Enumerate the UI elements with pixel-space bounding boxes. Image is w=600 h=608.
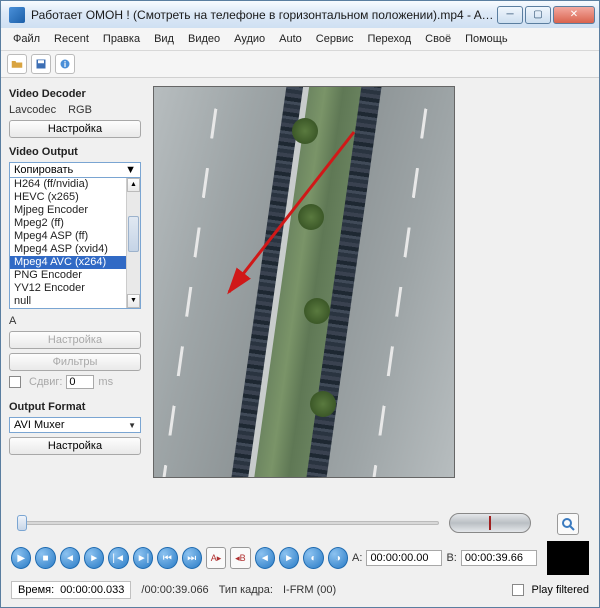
- zoom-reset-button[interactable]: [557, 513, 579, 535]
- window-minimize-button[interactable]: ─: [497, 6, 523, 24]
- preview-thumbnail: [547, 541, 589, 575]
- sidebar: Video Decoder Lavcodec RGB Настройка Vid…: [1, 78, 149, 505]
- decoder-color-value: RGB: [68, 104, 92, 116]
- frame-type-label: Тип кадра:: [219, 584, 273, 596]
- chevron-down-icon: ▼: [125, 164, 136, 176]
- next-keyframe-button[interactable]: ►|: [133, 547, 153, 569]
- menu-service[interactable]: Сервис: [310, 31, 360, 47]
- menu-video[interactable]: Видео: [182, 31, 226, 47]
- video-preview-area: [153, 86, 591, 501]
- scroll-up-button[interactable]: ▲: [127, 178, 140, 192]
- info-button[interactable]: i: [55, 54, 75, 74]
- annotation-arrow: [214, 127, 364, 307]
- video-output-dropdown-list: H264 (ff/nvidia) HEVC (x265) Mjpeg Encod…: [9, 177, 141, 309]
- menu-edit[interactable]: Правка: [97, 31, 146, 47]
- combo-option[interactable]: Mpeg4 ASP (xvid4): [10, 243, 126, 256]
- prev-cut-button[interactable]: ◄: [255, 547, 275, 569]
- bottom-panel: ▶ ■ ◄ ► |◄ ►| ⏮ ⏭ A▸ ◂B ◄ ► ◐ ◑ A: B: Вр: [1, 509, 599, 607]
- video-output-combo[interactable]: Копировать ▼ H264 (ff/nvidia) HEVC (x265…: [9, 162, 141, 309]
- status-bar: Время: 00:00:00.033 /00:00:39.066 Тип ка…: [11, 581, 589, 599]
- goto-start-button[interactable]: ⏮: [157, 547, 177, 569]
- time-value: 00:00:00.033: [60, 584, 124, 596]
- play-button[interactable]: ▶: [11, 547, 31, 569]
- shift-checkbox[interactable]: [9, 376, 21, 388]
- menu-help[interactable]: Помощь: [459, 31, 514, 47]
- output-format-configure-button[interactable]: Настройка: [9, 437, 141, 455]
- hidden-section-label: A: [9, 315, 141, 327]
- next-cut-button[interactable]: ►: [279, 547, 299, 569]
- decoder-configure-button[interactable]: Настройка: [9, 120, 141, 138]
- combo-option[interactable]: Mpeg4 ASP (ff): [10, 230, 126, 243]
- prev-keyframe-button[interactable]: |◄: [108, 547, 128, 569]
- menu-goto[interactable]: Переход: [361, 31, 417, 47]
- combo-option[interactable]: PNG Encoder: [10, 269, 126, 282]
- play-filtered-label: Play filtered: [532, 584, 589, 596]
- svg-text:i: i: [64, 60, 66, 69]
- set-marker-b-button[interactable]: ◂B: [230, 547, 250, 569]
- jog-dial[interactable]: [449, 513, 531, 533]
- menu-audio[interactable]: Аудио: [228, 31, 271, 47]
- transport-controls: ▶ ■ ◄ ► |◄ ►| ⏮ ⏭ A▸ ◂B ◄ ► ◐ ◑ A: B:: [11, 541, 589, 575]
- combo-option[interactable]: YV12 Encoder: [10, 282, 126, 295]
- scroll-thumb[interactable]: [128, 216, 139, 252]
- app-icon: [9, 7, 25, 23]
- play-filtered-checkbox[interactable]: [512, 584, 524, 596]
- shift-unit: ms: [98, 376, 113, 388]
- video-output-configure-button: Настройка: [9, 331, 141, 349]
- next-black-button[interactable]: ◑: [328, 547, 348, 569]
- marker-a-label: A:: [352, 552, 362, 564]
- menu-auto[interactable]: Auto: [273, 31, 308, 47]
- window-close-button[interactable]: ✕: [553, 6, 595, 24]
- window-title: Работает ОМОН ! (Смотреть на телефоне в …: [31, 8, 497, 22]
- goto-end-button[interactable]: ⏭: [182, 547, 202, 569]
- marker-b-label: B:: [446, 552, 456, 564]
- combo-option[interactable]: null: [10, 295, 126, 308]
- combo-option[interactable]: Mpeg2 (ff): [10, 217, 126, 230]
- dropdown-scrollbar[interactable]: ▲ ▼: [126, 178, 140, 308]
- video-decoder-title: Video Decoder: [9, 88, 141, 100]
- menu-recent[interactable]: Recent: [48, 31, 95, 47]
- video-output-title: Video Output: [9, 146, 141, 158]
- output-format-combo[interactable]: AVI Muxer ▼: [9, 417, 141, 433]
- window-titlebar: Работает ОМОН ! (Смотреть на телефоне в …: [0, 0, 600, 28]
- duration-value: /00:00:39.066: [141, 584, 208, 596]
- decoder-codec-value: Lavcodec: [9, 104, 56, 116]
- save-file-button[interactable]: [31, 54, 51, 74]
- shift-input[interactable]: [66, 375, 94, 389]
- window-maximize-button[interactable]: ▢: [525, 6, 551, 24]
- menu-view[interactable]: Вид: [148, 31, 180, 47]
- output-format-selected: AVI Muxer: [14, 419, 65, 431]
- shift-label: Сдвиг:: [29, 376, 62, 388]
- set-marker-a-button[interactable]: A▸: [206, 547, 226, 569]
- video-output-selected: Копировать: [14, 164, 73, 176]
- output-format-title: Output Format: [9, 401, 141, 413]
- next-frame-button[interactable]: ►: [84, 547, 104, 569]
- menu-custom[interactable]: Своё: [419, 31, 457, 47]
- open-file-button[interactable]: [7, 54, 27, 74]
- menu-file[interactable]: Файл: [7, 31, 46, 47]
- stop-button[interactable]: ■: [35, 547, 55, 569]
- prev-frame-button[interactable]: ◄: [60, 547, 80, 569]
- marker-b-input[interactable]: [461, 550, 537, 566]
- combo-option[interactable]: HEVC (x265): [10, 191, 126, 204]
- frame-type-value: I-FRM (00): [283, 584, 336, 596]
- menu-bar: Файл Recent Правка Вид Видео Аудио Auto …: [1, 28, 599, 51]
- toolbar: i: [1, 51, 599, 78]
- chevron-down-icon: ▼: [128, 421, 136, 430]
- marker-a-input[interactable]: [366, 550, 442, 566]
- video-output-filters-button: Фильтры: [9, 353, 141, 371]
- timeline-thumb[interactable]: [17, 515, 27, 531]
- scroll-down-button[interactable]: ▼: [127, 294, 140, 308]
- time-label: Время:: [18, 584, 54, 596]
- prev-black-button[interactable]: ◐: [303, 547, 323, 569]
- timeline-ruler[interactable]: [11, 513, 589, 535]
- combo-option-selected[interactable]: Mpeg4 AVC (x264): [10, 256, 126, 269]
- combo-option[interactable]: Mjpeg Encoder: [10, 204, 126, 217]
- video-frame: [153, 86, 455, 478]
- combo-option[interactable]: H264 (ff/nvidia): [10, 178, 126, 191]
